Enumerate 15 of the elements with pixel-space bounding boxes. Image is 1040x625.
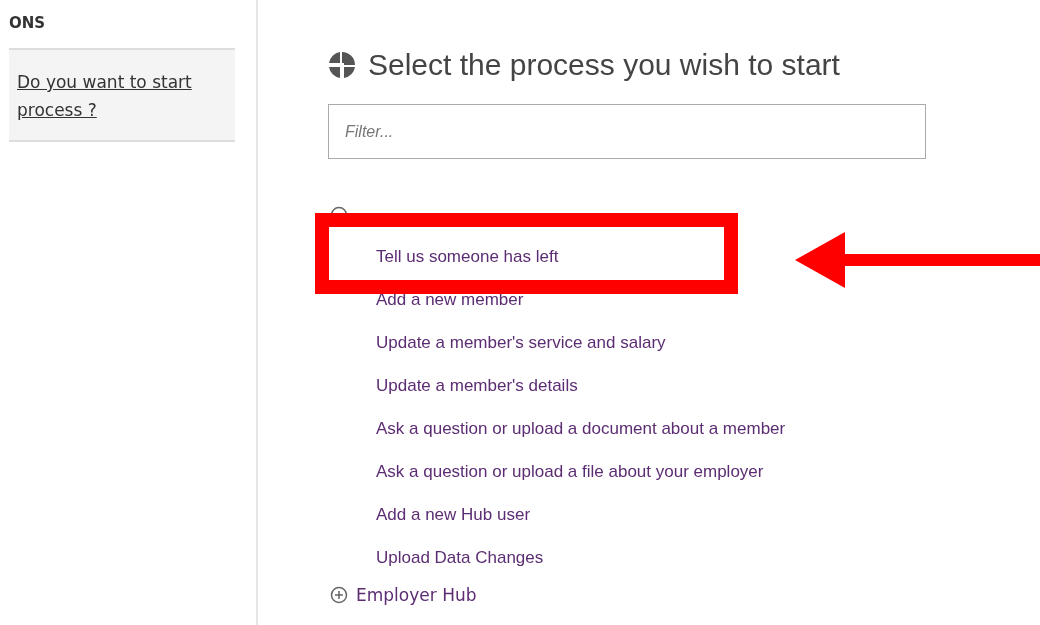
process-link[interactable]: Ask a question or upload a document about a member: [376, 419, 786, 438]
group-label[interactable]: Employer Hub: [356, 585, 477, 605]
process-link[interactable]: Upload Data Changes: [376, 548, 544, 567]
start-process-link[interactable]: Do you want to start process ?: [17, 68, 227, 124]
page-title: Select the process you wish to start: [368, 48, 840, 82]
process-link[interactable]: Tell us someone has left: [376, 247, 559, 266]
section-heading: ONS: [9, 14, 47, 32]
expand-icon[interactable]: [330, 586, 348, 604]
process-link[interactable]: Update a member's service and salary: [376, 333, 666, 352]
process-link[interactable]: Ask a question or upload a file about your employer: [376, 462, 764, 481]
process-link[interactable]: Add a new member: [376, 290, 524, 309]
pie-icon: [328, 51, 356, 79]
process-link[interactable]: Add a new Hub user: [376, 505, 531, 524]
filter-field[interactable]: Filter...: [328, 104, 926, 159]
process-link[interactable]: Update a member's details: [376, 376, 578, 395]
